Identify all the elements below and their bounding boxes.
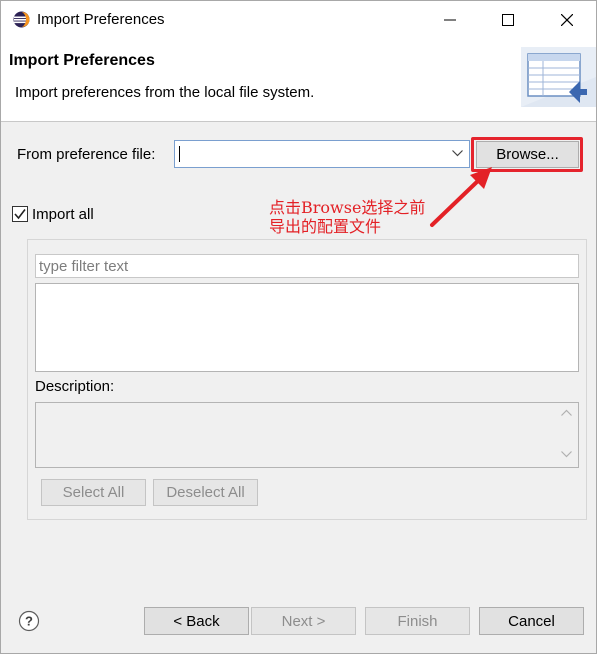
text-caret <box>179 146 180 162</box>
annotation-arrow-icon <box>430 167 492 227</box>
description-text-area[interactable] <box>35 402 579 468</box>
select-all-button[interactable]: Select All <box>41 479 146 506</box>
chevron-down-icon[interactable] <box>452 150 463 157</box>
maximize-button[interactable] <box>479 1 537 39</box>
finish-button[interactable]: Finish <box>365 607 470 635</box>
close-icon <box>561 14 573 26</box>
page-description: Import preferences from the local file s… <box>15 84 315 101</box>
eclipse-icon <box>13 11 30 28</box>
close-button[interactable] <box>538 1 596 39</box>
from-file-label: From preference file: <box>17 146 156 163</box>
footer-separator <box>1 587 596 588</box>
cancel-button[interactable]: Cancel <box>479 607 584 635</box>
minimize-button[interactable] <box>421 1 479 39</box>
preferences-tree[interactable] <box>35 283 579 372</box>
back-button[interactable]: < Back <box>144 607 249 635</box>
minimize-icon <box>444 19 456 21</box>
filter-input[interactable]: type filter text <box>35 254 579 278</box>
import-all-checkbox[interactable] <box>12 206 28 222</box>
annotation-text: 点击Browse选择之前 导出的配置文件 <box>269 198 425 236</box>
title-bar: Import Preferences <box>1 1 596 39</box>
page-title: Import Preferences <box>9 52 155 69</box>
deselect-all-button[interactable]: Deselect All <box>153 479 258 506</box>
next-button[interactable]: Next > <box>251 607 356 635</box>
svg-text:?: ? <box>25 614 33 629</box>
header-separator <box>1 121 596 122</box>
help-icon[interactable]: ? <box>18 610 40 632</box>
window-title: Import Preferences <box>37 11 165 28</box>
import-preferences-dialog: Import Preferences Import Preferences Im… <box>0 0 597 654</box>
description-label: Description: <box>35 378 115 395</box>
scroll-up-icon[interactable] <box>561 409 572 416</box>
annotation-line-2: 导出的配置文件 <box>269 217 382 236</box>
import-all-label: Import all <box>32 206 94 223</box>
import-wizard-banner-icon <box>521 47 596 107</box>
checkmark-icon <box>14 209 26 220</box>
annotation-line-1: 点击Browse选择之前 <box>269 198 426 217</box>
scroll-down-icon[interactable] <box>561 451 572 458</box>
wizard-header: Import Preferences Import preferences fr… <box>1 39 596 121</box>
maximize-icon <box>502 14 514 26</box>
